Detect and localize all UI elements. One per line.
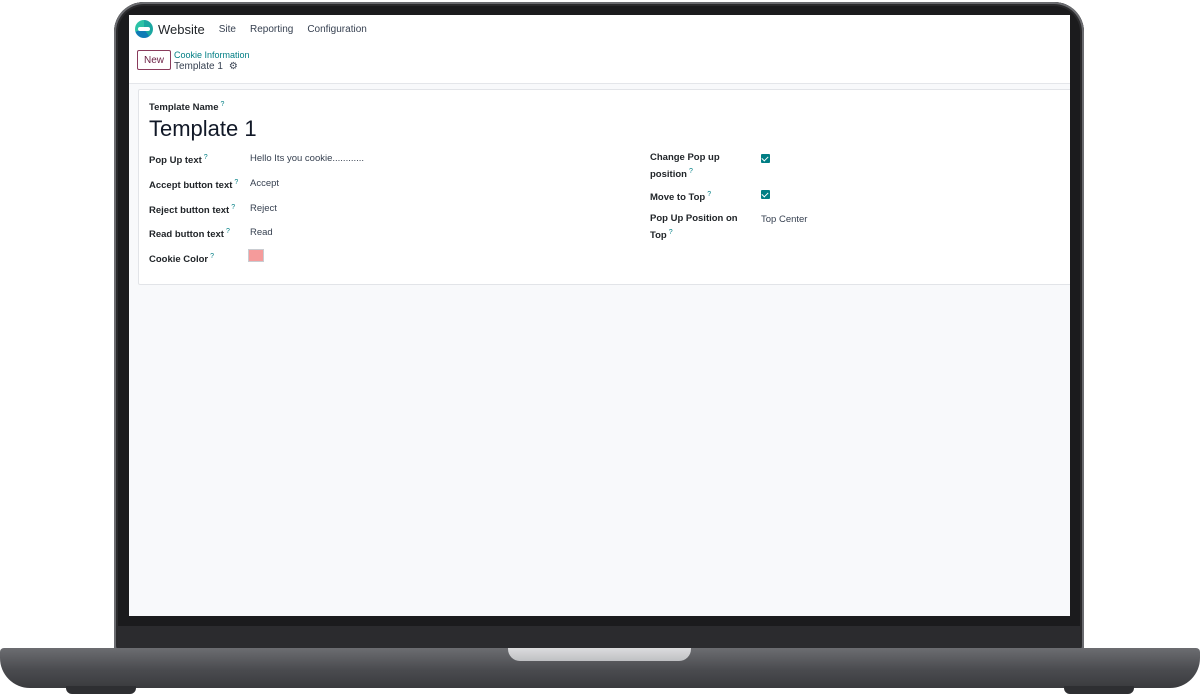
change-popup-position-label: Change Pop up position? <box>650 151 720 182</box>
form-sheet: Template Name? Template 1 Pop Up text? H… <box>138 89 1070 285</box>
popup-text-input[interactable]: Hello Its you cookie............ <box>250 152 364 166</box>
read-button-text-input[interactable]: Read <box>250 226 273 240</box>
help-icon[interactable]: ? <box>689 168 693 175</box>
screen: Website Site Reporting Configuration New… <box>129 15 1070 616</box>
menu-site[interactable]: Site <box>219 24 236 35</box>
help-icon[interactable]: ? <box>231 204 235 211</box>
cookie-color-label: Cookie Color? <box>149 250 214 267</box>
read-button-text-label: Read button text? <box>149 225 230 242</box>
record-name: Template 1 <box>174 61 223 72</box>
app-name[interactable]: Website <box>158 22 205 37</box>
help-icon[interactable]: ? <box>707 191 711 198</box>
laptop-chin <box>118 626 1080 648</box>
menu-reporting[interactable]: Reporting <box>250 24 293 35</box>
breadcrumb-cookie-information[interactable]: Cookie Information <box>174 50 250 60</box>
help-icon[interactable]: ? <box>669 229 673 236</box>
change-popup-position-checkbox[interactable] <box>761 154 770 163</box>
popup-position-on-top-label-line1: Pop Up Position on <box>650 213 738 224</box>
cookie-color-swatch[interactable] <box>248 249 264 262</box>
help-icon[interactable]: ? <box>204 154 208 161</box>
laptop-frame: Website Site Reporting Configuration New… <box>0 0 1200 697</box>
record-title-row: Template 1 ⚙ <box>174 61 238 72</box>
website-app-icon[interactable] <box>135 20 153 38</box>
change-popup-position-label-line2: position <box>650 169 687 181</box>
popup-position-on-top-label: Pop Up Position on Top? <box>650 212 738 243</box>
new-button[interactable]: New <box>137 50 171 70</box>
cookie-color-label-text: Cookie Color <box>149 254 209 266</box>
menu-configuration[interactable]: Configuration <box>307 24 366 35</box>
template-name-label: Template Name? <box>149 101 224 113</box>
accept-button-text-label-text: Accept button text <box>149 180 233 192</box>
help-icon[interactable]: ? <box>210 253 214 260</box>
help-icon[interactable]: ? <box>221 101 225 108</box>
laptop-foot-right <box>1064 686 1134 694</box>
popup-position-on-top-select[interactable]: Top Center <box>761 213 807 227</box>
laptop-foot-left <box>66 686 136 694</box>
move-to-top-label: Move to Top? <box>650 188 711 205</box>
control-panel: New Cookie Information Template 1 ⚙ <box>129 43 1070 84</box>
accept-button-text-input[interactable]: Accept <box>250 177 279 191</box>
reject-button-text-label-text: Reject button text <box>149 205 230 217</box>
help-icon[interactable]: ? <box>226 228 230 235</box>
gear-icon[interactable]: ⚙ <box>229 61 238 72</box>
template-name-input[interactable]: Template 1 <box>149 116 257 142</box>
reject-button-text-input[interactable]: Reject <box>250 202 277 216</box>
change-popup-position-label-line1: Change Pop up <box>650 152 720 163</box>
help-icon[interactable]: ? <box>234 179 238 186</box>
read-button-text-label-text: Read button text <box>149 229 224 241</box>
laptop-notch <box>508 648 691 661</box>
popup-text-label: Pop Up text? <box>149 151 208 168</box>
popup-text-label-text: Pop Up text <box>149 155 202 167</box>
reject-button-text-label: Reject button text? <box>149 201 235 218</box>
popup-position-on-top-label-line2: Top <box>650 230 667 242</box>
move-to-top-label-text: Move to Top <box>650 192 706 204</box>
template-name-label-text: Template Name <box>149 102 219 114</box>
accept-button-text-label: Accept button text? <box>149 176 238 193</box>
top-navbar: Website Site Reporting Configuration <box>129 15 1070 43</box>
move-to-top-checkbox[interactable] <box>761 190 770 199</box>
